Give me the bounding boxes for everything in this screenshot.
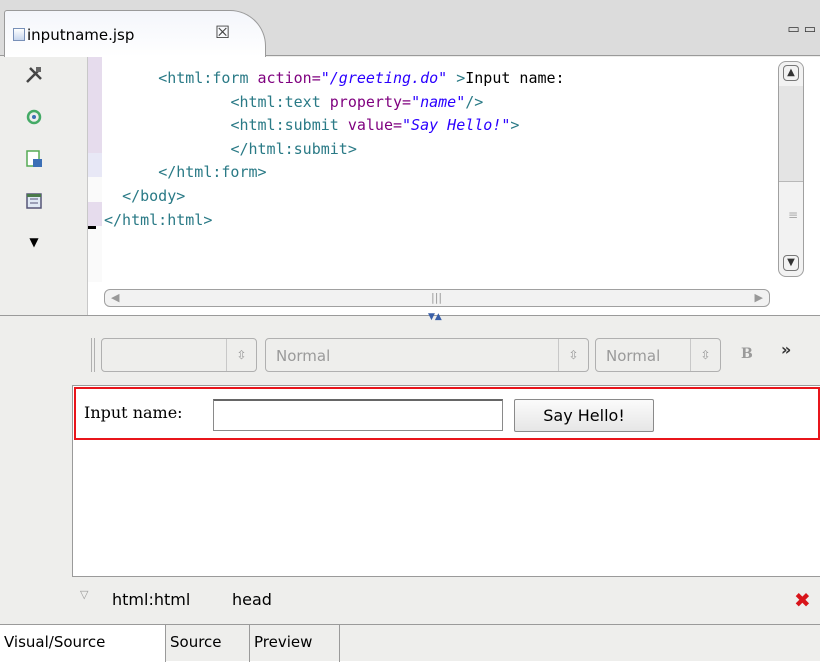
- tab-visual-source[interactable]: Visual/Source: [0, 625, 166, 662]
- font-value: Normal: [276, 347, 331, 365]
- code-token: Input name:: [465, 69, 565, 87]
- code-line[interactable]: <html:text property="name"/>: [104, 91, 774, 115]
- vertical-scrollbar[interactable]: ▲ ≡ ▼: [778, 61, 804, 277]
- breadcrumb-html[interactable]: html:html: [112, 590, 190, 609]
- tab-inputname-jsp[interactable]: inputname.jsp ☒: [4, 10, 266, 57]
- page-preview-icon[interactable]: [24, 149, 44, 174]
- scroll-up-icon[interactable]: ▲: [783, 65, 799, 81]
- code-line[interactable]: </html:html>: [104, 209, 774, 233]
- visual-preview-pane[interactable]: Input name: Say Hello!: [72, 385, 820, 577]
- scroll-right-icon[interactable]: ▶: [755, 291, 763, 304]
- code-token: >: [510, 116, 520, 135]
- code-token: "/greeting.do": [320, 69, 448, 87]
- jsp-file-icon: [13, 28, 25, 41]
- paragraph-style-select[interactable]: ⇳: [101, 338, 257, 372]
- tab-title: inputname.jsp: [27, 26, 135, 44]
- grip-icon: ≡: [788, 208, 799, 222]
- updown-icon: ⇳: [690, 339, 720, 371]
- tab-source[interactable]: Source: [166, 625, 250, 662]
- tools-icon[interactable]: [24, 65, 44, 90]
- code-token: <html:submit: [230, 116, 339, 135]
- toolbar-grip: [91, 338, 95, 372]
- code-line[interactable]: <html:form action="/greeting.do" >Input …: [104, 67, 774, 91]
- horizontal-scrollbar[interactable]: ◀ ||| ▶: [104, 289, 770, 307]
- editor-window: inputname.jsp ☒ ▭▭ ▼ <html:form action="…: [0, 0, 820, 662]
- refresh-icon[interactable]: [24, 107, 44, 132]
- say-hello-button[interactable]: Say Hello!: [514, 399, 654, 432]
- dropdown-arrow-icon[interactable]: ▼: [24, 235, 44, 249]
- delete-icon[interactable]: ✖: [794, 588, 811, 612]
- code-token: </html:submit>: [230, 139, 357, 158]
- name-input[interactable]: [213, 399, 503, 431]
- code-line[interactable]: <html:submit value="Say Hello!">: [104, 114, 774, 138]
- source-editor[interactable]: <html:form action="/greeting.do" >Input …: [87, 57, 820, 315]
- breadcrumb-bar: ▽ html:html head ✖: [0, 578, 820, 624]
- code-token: value=: [338, 116, 403, 135]
- code-token: "Say Hello!": [402, 116, 511, 135]
- selected-form-outline[interactable]: Input name: Say Hello!: [74, 387, 820, 440]
- editor-ruler: [88, 57, 102, 282]
- code-line[interactable]: </html:form>: [104, 161, 774, 185]
- code-token: <html:form: [158, 69, 249, 87]
- code-token: "name": [411, 92, 466, 111]
- code-token: action=: [248, 69, 321, 87]
- properties-icon[interactable]: [24, 191, 44, 216]
- collapse-expand-icon[interactable]: ▼▲: [428, 312, 442, 322]
- grip-icon: |||: [431, 291, 443, 304]
- editor-tab-bar: inputname.jsp ☒ ▭▭: [0, 0, 820, 57]
- code-token: </html:form>: [158, 163, 267, 182]
- pane-splitter[interactable]: ▼▲: [0, 312, 820, 323]
- code-area[interactable]: <html:form action="/greeting.do" >Input …: [104, 67, 774, 232]
- breadcrumb-head[interactable]: head: [232, 590, 272, 609]
- code-token: >: [447, 69, 466, 87]
- scroll-thumb[interactable]: [779, 86, 803, 182]
- chevron-down-icon[interactable]: ▽: [80, 588, 88, 601]
- code-line[interactable]: </body>: [104, 185, 774, 209]
- code-token: </body>: [122, 186, 186, 205]
- close-tab-icon[interactable]: ☒: [215, 23, 230, 43]
- updown-icon: ⇳: [558, 339, 588, 371]
- scroll-down-icon[interactable]: ▼: [783, 255, 799, 271]
- bold-button[interactable]: B: [741, 346, 753, 362]
- scroll-left-icon[interactable]: ◀: [111, 291, 119, 304]
- code-token: <html:text: [230, 92, 321, 111]
- size-value: Normal: [606, 347, 661, 365]
- form-label: Input name:: [84, 403, 183, 422]
- code-line[interactable]: </html:submit>: [104, 138, 774, 162]
- editor-mode-tabs: Visual/Source Source Preview: [0, 624, 820, 662]
- more-icon[interactable]: »: [781, 340, 791, 359]
- tab-preview[interactable]: Preview: [250, 625, 340, 662]
- font-select[interactable]: Normal ⇳: [265, 338, 589, 372]
- code-token: property=: [320, 92, 412, 111]
- updown-icon: ⇳: [226, 339, 256, 371]
- code-token: />: [465, 92, 484, 111]
- size-select[interactable]: Normal ⇳: [595, 338, 721, 372]
- code-token: </html:html>: [104, 210, 213, 229]
- minimize-maximize-icons[interactable]: ▭▭: [787, 22, 820, 37]
- format-toolbar: ⇳ Normal ⇳ Normal ⇳ B »: [87, 324, 820, 384]
